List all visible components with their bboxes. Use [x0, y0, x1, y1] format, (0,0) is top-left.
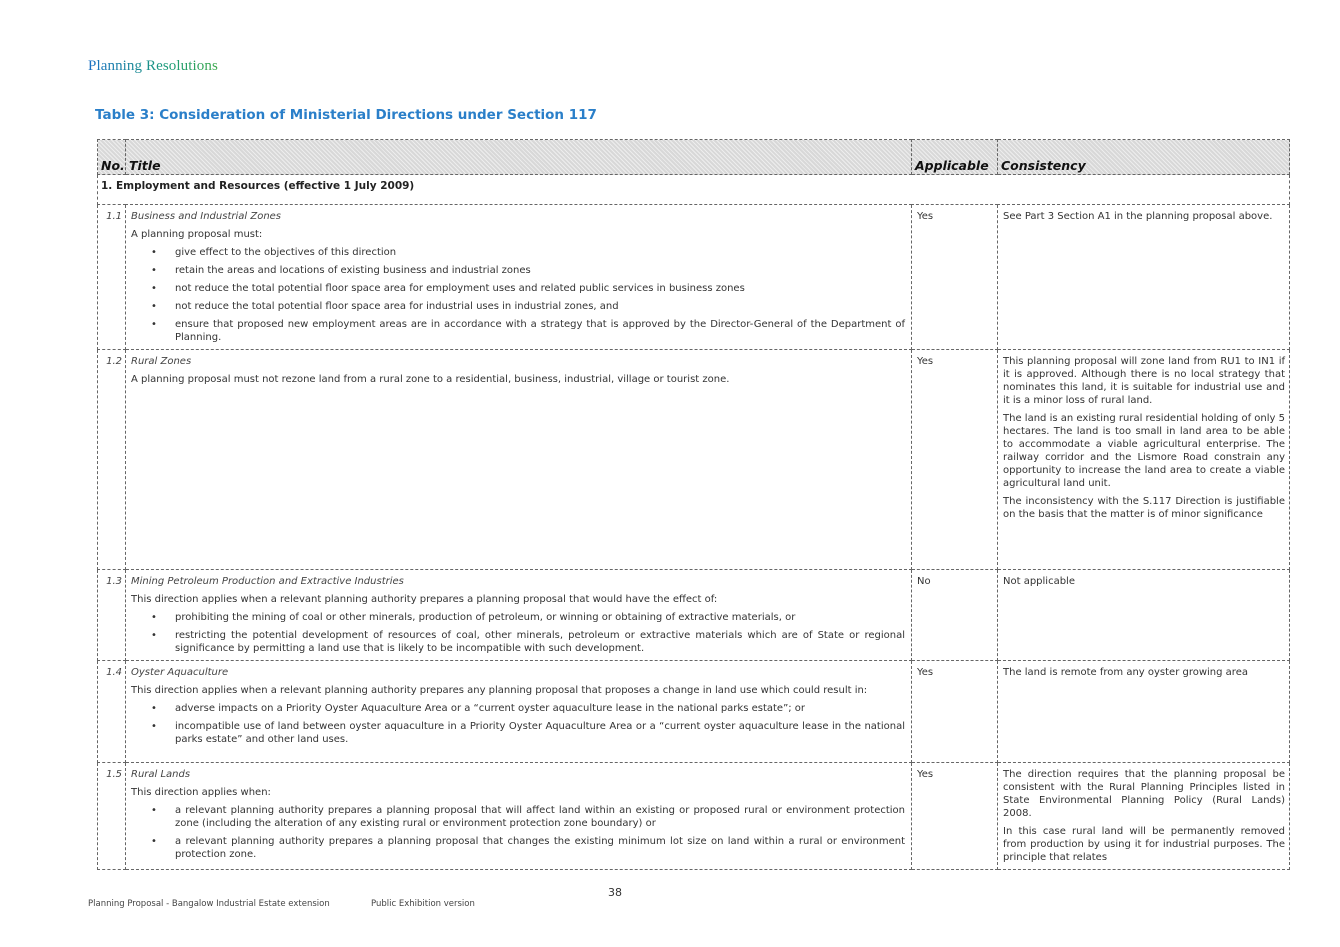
consistency-paragraph: In this case rural land will be permanen…	[1003, 826, 1285, 863]
direction-title: Mining Petroleum Production and Extracti…	[131, 576, 404, 587]
row-number: 1.1	[97, 204, 126, 350]
consistency-paragraph: Not applicable	[1003, 576, 1075, 587]
consistency-cell: See Part 3 Section A1 in the planning pr…	[997, 204, 1290, 350]
direction-title: Oyster Aquaculture	[131, 667, 229, 678]
section-heading: 1. Employment and Resources (effective 1…	[97, 174, 1290, 205]
consistency-cell: The direction requires that the planning…	[997, 762, 1290, 870]
list-item: not reduce the total potential floor spa…	[151, 300, 905, 313]
consistency-paragraph: The inconsistency with the S.117 Directi…	[1003, 496, 1285, 520]
list-item: ensure that proposed new employment area…	[151, 318, 905, 344]
consistency-paragraph: The land is remote from any oyster growi…	[1003, 667, 1248, 678]
applicable-cell: Yes	[911, 204, 998, 350]
direction-bullets: give effect to the objectives of this di…	[131, 246, 905, 344]
table-row: 1.2 Rural Zones A planning proposal must…	[97, 349, 1290, 570]
list-item: not reduce the total potential floor spa…	[151, 282, 905, 295]
applicable-cell: Yes	[911, 660, 998, 763]
row-number: 1.3	[97, 569, 126, 661]
table-row: 1.4 Oyster Aquaculture This direction ap…	[97, 660, 1290, 763]
list-item: restricting the potential development of…	[151, 629, 905, 655]
direction-bullets: prohibiting the mining of coal or other …	[131, 611, 905, 655]
list-item: incompatible use of land between oyster …	[151, 720, 905, 746]
consistency-paragraph: See Part 3 Section A1 in the planning pr…	[1003, 211, 1273, 222]
direction-intro: A planning proposal must:	[131, 229, 263, 240]
column-header-title: Title	[125, 139, 912, 175]
consistency-paragraph: The land is an existing rural residentia…	[1003, 413, 1285, 489]
directions-table: No. Title Applicable Consistency 1. Empl…	[97, 139, 1290, 870]
applicable-cell: Yes	[911, 349, 998, 570]
consistency-paragraph: The direction requires that the planning…	[1003, 769, 1285, 819]
direction-intro: This direction applies when:	[131, 787, 271, 798]
direction-title: Business and Industrial Zones	[131, 211, 282, 222]
table-row: 1.3 Mining Petroleum Production and Extr…	[97, 569, 1290, 661]
applicable-cell: No	[911, 569, 998, 661]
column-header-no: No.	[97, 139, 126, 175]
row-title-cell: Mining Petroleum Production and Extracti…	[125, 569, 912, 661]
brand-header: Planning Resolutions	[88, 58, 218, 74]
row-title-cell: Rural Zones A planning proposal must not…	[125, 349, 912, 570]
row-number: 1.2	[97, 349, 126, 570]
row-title-cell: Rural Lands This direction applies when:…	[125, 762, 912, 870]
column-header-applicable: Applicable	[911, 139, 998, 175]
direction-title: Rural Zones	[131, 356, 192, 367]
list-item: give effect to the objectives of this di…	[151, 246, 905, 259]
page-number: 38	[608, 886, 622, 899]
direction-intro: This direction applies when a relevant p…	[131, 685, 868, 696]
row-title-cell: Business and Industrial Zones A planning…	[125, 204, 912, 350]
table-row: 1.1 Business and Industrial Zones A plan…	[97, 204, 1290, 350]
table-title: Table 3: Consideration of Ministerial Di…	[95, 107, 597, 123]
footer-document-title: Planning Proposal - Bangalow Industrial …	[88, 899, 330, 909]
list-item: a relevant planning authority prepares a…	[151, 804, 905, 830]
consistency-cell: The land is remote from any oyster growi…	[997, 660, 1290, 763]
list-item: adverse impacts on a Priority Oyster Aqu…	[151, 702, 905, 715]
column-header-consistency: Consistency	[997, 139, 1290, 175]
direction-title: Rural Lands	[131, 769, 191, 780]
direction-intro: This direction applies when a relevant p…	[131, 594, 718, 605]
row-number: 1.4	[97, 660, 126, 763]
consistency-cell: This planning proposal will zone land fr…	[997, 349, 1290, 570]
applicable-cell: Yes	[911, 762, 998, 870]
table-header-row: No. Title Applicable Consistency	[97, 139, 1290, 175]
direction-bullets: adverse impacts on a Priority Oyster Aqu…	[131, 702, 905, 746]
direction-intro: A planning proposal must not rezone land…	[131, 374, 730, 385]
list-item: prohibiting the mining of coal or other …	[151, 611, 905, 624]
row-number: 1.5	[97, 762, 126, 870]
consistency-paragraph: This planning proposal will zone land fr…	[1003, 356, 1285, 406]
list-item: a relevant planning authority prepares a…	[151, 835, 905, 861]
directions-table-wrapper: No. Title Applicable Consistency 1. Empl…	[97, 139, 1290, 870]
consistency-cell: Not applicable	[997, 569, 1290, 661]
section-row: 1. Employment and Resources (effective 1…	[97, 174, 1290, 205]
table-row: 1.5 Rural Lands This direction applies w…	[97, 762, 1290, 870]
row-title-cell: Oyster Aquaculture This direction applie…	[125, 660, 912, 763]
direction-bullets: a relevant planning authority prepares a…	[131, 804, 905, 861]
footer-version: Public Exhibition version	[371, 899, 475, 909]
list-item: retain the areas and locations of existi…	[151, 264, 905, 277]
